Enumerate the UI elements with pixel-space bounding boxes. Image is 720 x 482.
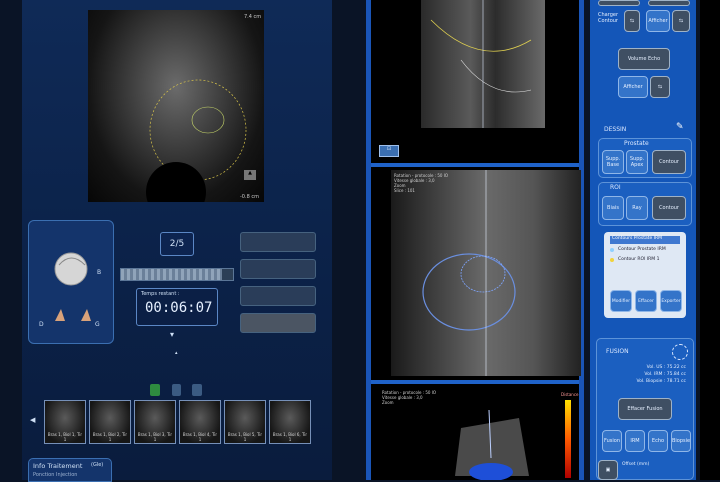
pen-icon[interactable]: ✎ xyxy=(676,122,684,132)
afficher-mid-toggle[interactable]: ⇆ xyxy=(650,76,670,98)
vol-us: Vol. US : 75.22 cc xyxy=(646,365,686,370)
thumbnail[interactable]: Bras 1, Biol 4, Tir 1 xyxy=(179,400,221,444)
echo-button[interactable]: Echo xyxy=(648,430,668,452)
cursor-icon: ▴ xyxy=(175,350,178,356)
volume-echo-button[interactable]: Volume Echo xyxy=(618,48,670,70)
pane-meta: Rotation - protocole : 50 IO Vitesse glob… xyxy=(382,390,437,405)
vol-irm: Vol. IRM : 75.84 cc xyxy=(644,372,686,377)
biopsie-button[interactable]: Biopsie xyxy=(671,430,691,452)
supp-base-button[interactable]: Supp. Base xyxy=(602,150,624,174)
afficher-mid-button[interactable]: Afficher xyxy=(618,76,648,98)
fusion-view-top[interactable] xyxy=(421,0,545,128)
lock-icon[interactable]: ▣ xyxy=(598,460,618,480)
timer-label: Temps restant : xyxy=(141,291,180,297)
progress-fill xyxy=(121,269,222,280)
thumbnail[interactable]: Bras 1, Biol 1, Tir 1 xyxy=(44,400,86,444)
orientation-g: G xyxy=(95,321,100,328)
vol-biopsie: Vol. Biopsie : 78.71 cc xyxy=(636,379,686,384)
irm-button[interactable]: IRM xyxy=(625,430,645,452)
mri-contour-overlay xyxy=(422,170,516,376)
legend-item[interactable]: Contour ROI IRM 1 xyxy=(618,257,659,262)
control-button-1[interactable] xyxy=(240,232,316,252)
afficher-top-toggle[interactable]: ⇆ xyxy=(672,10,690,32)
control-button-2[interactable] xyxy=(240,259,316,279)
pane-separator[interactable] xyxy=(371,163,579,167)
pane-meta: Rotation - protocole : 50 IO Vitesse glob… xyxy=(394,173,449,193)
thumbnail[interactable]: Bras 1, Biol 2, Tir 1 xyxy=(89,400,131,444)
camera-icon[interactable] xyxy=(192,384,202,396)
thumbnail[interactable]: Bras 1, Biol 5, Tir 1 xyxy=(224,400,266,444)
distance-colorbar xyxy=(565,400,571,478)
exporter-button[interactable]: Exporter xyxy=(660,290,682,312)
mri-fusion-column: ⊡ Rotation - protocole : 50 IO Vitesse gl… xyxy=(366,0,584,480)
info-sub-label: Ponction Injection xyxy=(33,472,78,478)
roi-contour-button[interactable]: Contour xyxy=(652,196,686,220)
info-traitement-tab[interactable]: Info Traitement (Gle) Ponction Injection xyxy=(28,458,112,482)
pane-separator[interactable] xyxy=(371,380,579,384)
contour-legend: Contours Prostate IRM Contour Prostate I… xyxy=(604,232,686,318)
modifier-button[interactable]: Modifier xyxy=(610,290,632,312)
fusion-header: FUSION xyxy=(606,348,629,355)
scale-bottom-label: -0.8 cm xyxy=(240,194,259,200)
green-view-icon[interactable] xyxy=(150,384,160,396)
legend-item[interactable]: Contour Prostate IRM xyxy=(618,247,666,252)
effacer-button[interactable]: Effacer xyxy=(635,290,657,312)
distance-label: Distance xyxy=(561,392,579,397)
roi-ray-button[interactable]: Ray xyxy=(626,196,648,220)
afficher-top-button[interactable]: Afficher xyxy=(646,10,670,32)
contour-overlay xyxy=(430,0,532,128)
fusion-button[interactable]: Fusion xyxy=(602,430,622,452)
scale-top-label: 7.4 cm xyxy=(244,14,262,20)
progress-bar xyxy=(120,268,234,281)
roi-biais-button[interactable]: Biais xyxy=(602,196,624,220)
offset-label: Offset (mm) xyxy=(622,462,650,467)
fusion-view-middle[interactable]: Rotation - protocole : 50 IO Vitesse glob… xyxy=(391,170,581,376)
legend-dot-icon xyxy=(610,248,614,252)
control-button-3[interactable] xyxy=(240,286,316,306)
screen-edge xyxy=(700,0,720,480)
effacer-fusion-button[interactable]: Effacer Fusion xyxy=(618,398,672,420)
thumbnail-strip: Bras 1, Biol 1, Tir 1 Bras 1, Biol 2, Ti… xyxy=(44,400,311,444)
zoom-icon[interactable]: ⊡ xyxy=(379,145,399,157)
prostate-contour-button[interactable]: Contour xyxy=(652,150,686,174)
supp-apex-button[interactable]: Supp. Apex xyxy=(626,150,648,174)
orientation-3d-view[interactable]: B D G xyxy=(28,220,114,344)
roi-header: ROI xyxy=(610,184,621,191)
ultrasound-view[interactable]: 7.4 cm -0.8 cm ▲ xyxy=(88,10,264,202)
charger-button[interactable]: ⇆ xyxy=(624,10,640,32)
timer-box: Temps restant : 00:06:07 xyxy=(136,288,218,326)
prostate-header: Prostate xyxy=(624,140,649,147)
legend-dot-icon xyxy=(610,258,614,262)
top-button-2[interactable] xyxy=(648,0,690,6)
legend-title[interactable]: Contours Prostate IRM xyxy=(610,236,680,244)
orientation-b: B xyxy=(97,269,102,276)
biopsy-counter: 2/5 xyxy=(160,232,194,256)
thumbnail[interactable]: Bras 1, Biol 3, Tir 1 xyxy=(134,400,176,444)
info-tab-badge: (Gle) xyxy=(91,462,104,468)
dessin-header: DESSIN xyxy=(604,126,627,133)
charger-contour-label: Charger Contour xyxy=(598,12,618,24)
scroll-left-icon[interactable]: ◀ xyxy=(30,416,35,424)
control-button-4[interactable] xyxy=(240,313,316,333)
document-icon[interactable] xyxy=(172,384,181,396)
thumbnail[interactable]: Bras 1, Biol 6, Tir 1 xyxy=(269,400,311,444)
info-tab-label: Info Traitement xyxy=(33,462,83,470)
settings-icon[interactable] xyxy=(672,344,688,360)
fusion-volumes: Vol. US : 75.22 cc Vol. IRM : 75.84 cc V… xyxy=(618,364,686,385)
fusion-view-bottom[interactable]: Rotation - protocole : 50 IO Vitesse glob… xyxy=(379,388,579,480)
probe-marker-icon[interactable]: ▲ xyxy=(244,170,256,180)
top-button-1[interactable] xyxy=(598,0,640,6)
chevron-down-icon[interactable]: ▾ xyxy=(170,330,174,339)
orientation-d: D xyxy=(39,321,44,328)
timer-value: 00:06:07 xyxy=(145,300,213,316)
